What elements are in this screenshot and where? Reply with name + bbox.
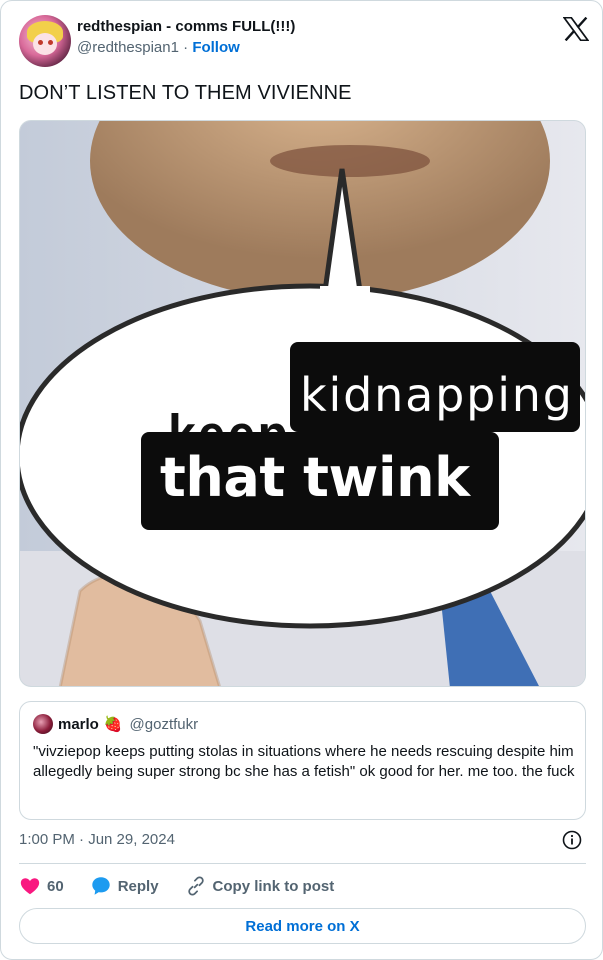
post-media-image[interactable]: keep kidnapping that twink — [19, 120, 586, 687]
post-meta: 1:00 PM · Jun 29, 2024 — [19, 830, 586, 850]
follow-link[interactable]: Follow — [192, 39, 240, 56]
link-icon — [187, 876, 204, 896]
meme-image: keep kidnapping that twink — [20, 121, 585, 686]
reply-button[interactable]: Reply — [90, 875, 159, 897]
copy-link-button[interactable]: Copy link to post — [185, 875, 335, 897]
post-timestamp[interactable]: 1:00 PM · Jun 29, 2024 — [19, 831, 175, 848]
quoted-post-text: "vivziepop keeps putting stolas in situa… — [33, 743, 575, 780]
copy-link-label: Copy link to post — [212, 877, 335, 895]
post-text: DON’T LISTEN TO THEM VIVIENNE — [19, 82, 352, 104]
meme-caption-kidnapping: kidnapping — [300, 368, 572, 422]
author-display-name[interactable]: redthespian - comms FULL(!!!) — [77, 17, 295, 37]
author-avatar[interactable] — [19, 15, 71, 67]
divider — [19, 863, 586, 864]
post-header: redthespian - comms FULL(!!!) @redthespi… — [19, 15, 589, 69]
author-handle-row: @redthespian1 · Follow — [77, 38, 295, 58]
meme-caption-that-twink: that twink — [160, 446, 471, 509]
strawberry-icon: 🍓 — [103, 716, 123, 733]
quoted-author-avatar — [33, 714, 53, 734]
quoted-post[interactable]: marlo 🍓 @goztfukr "vivziepop keeps putti… — [19, 701, 586, 820]
info-icon[interactable] — [562, 830, 582, 850]
quoted-author-handle: @goztfukr — [129, 715, 199, 733]
x-logo-icon[interactable] — [563, 17, 589, 41]
post-actions: 60 Reply Copy link to post — [19, 875, 360, 897]
embedded-post-card: redthespian - comms FULL(!!!) @redthespi… — [0, 0, 603, 960]
handle-separator: · — [183, 39, 189, 56]
quoted-post-header: marlo 🍓 @goztfukr — [33, 714, 198, 734]
read-more-button[interactable]: Read more on X — [19, 908, 586, 944]
author-handle[interactable]: @redthespian1 — [77, 39, 179, 56]
heart-icon — [20, 878, 40, 895]
reply-label: Reply — [117, 877, 159, 895]
like-count: 60 — [47, 877, 64, 895]
reply-bubble-icon — [91, 877, 110, 895]
quoted-author-name: marlo — [58, 715, 99, 733]
like-button[interactable]: 60 — [19, 875, 64, 897]
author-names: redthespian - comms FULL(!!!) @redthespi… — [77, 17, 295, 58]
